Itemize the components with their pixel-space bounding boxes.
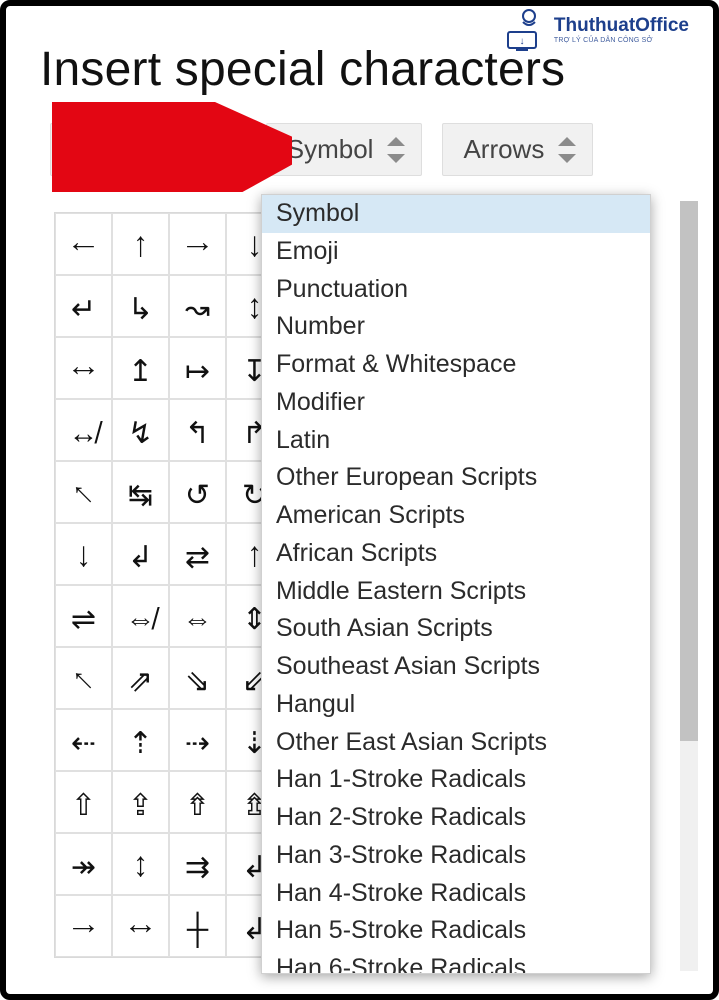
char-cell[interactable]: ↓	[55, 523, 112, 585]
char-cell[interactable]: ↔	[112, 895, 169, 957]
char-cell[interactable]: ⇠	[55, 709, 112, 771]
char-cell[interactable]: ↯	[112, 399, 169, 461]
symbol-dropdown[interactable]: Symbol	[266, 123, 423, 176]
char-cell[interactable]: →	[169, 213, 226, 275]
toolbar: Categories Symbol Arrows	[50, 123, 683, 176]
sort-icon	[211, 137, 229, 163]
char-cell[interactable]: ↔	[55, 337, 112, 399]
char-cell[interactable]: ⇔	[169, 585, 226, 647]
arrows-label: Arrows	[463, 134, 544, 165]
dropdown-item[interactable]: Other European Scripts	[262, 459, 650, 497]
char-cell[interactable]: ↝	[169, 275, 226, 337]
dropdown-item[interactable]: Middle Eastern Scripts	[262, 573, 650, 611]
char-cell[interactable]: ↕	[112, 833, 169, 895]
char-cell[interactable]: ↖	[55, 647, 112, 709]
dropdown-item[interactable]: Format & Whitespace	[262, 346, 650, 384]
char-cell[interactable]: ┼	[169, 895, 226, 957]
dropdown-item[interactable]: Han 5-Stroke Radicals	[262, 912, 650, 950]
char-cell[interactable]: ↰	[169, 399, 226, 461]
char-cell[interactable]: ↺	[169, 461, 226, 523]
char-cell[interactable]: ⇘	[169, 647, 226, 709]
dropdown-scrollbar[interactable]	[680, 201, 698, 971]
char-cell[interactable]: →	[55, 895, 112, 957]
scrollbar-thumb[interactable]	[680, 201, 698, 741]
char-cell[interactable]: ↮	[55, 399, 112, 461]
char-cell[interactable]: ↥	[112, 337, 169, 399]
dropdown-item[interactable]: Han 3-Stroke Radicals	[262, 837, 650, 875]
char-cell[interactable]: ↦	[169, 337, 226, 399]
char-cell[interactable]: ↑	[112, 213, 169, 275]
char-cell[interactable]: ⇪	[112, 771, 169, 833]
char-cell[interactable]: ⇧	[55, 771, 112, 833]
dropdown-item[interactable]: Modifier	[262, 384, 650, 422]
sort-icon	[558, 137, 576, 163]
page-title: Insert special characters	[40, 42, 683, 97]
char-cell[interactable]: ⇡	[112, 709, 169, 771]
sort-icon	[387, 137, 405, 163]
char-cell[interactable]: ⇢	[169, 709, 226, 771]
dropdown-item[interactable]: Southeast Asian Scripts	[262, 648, 650, 686]
char-cell[interactable]: ⇮	[169, 771, 226, 833]
char-cell[interactable]: ↠	[55, 833, 112, 895]
symbol-label: Symbol	[287, 134, 374, 165]
dropdown-item[interactable]: Latin	[262, 422, 650, 460]
char-cell[interactable]: ↹	[112, 461, 169, 523]
dropdown-item[interactable]: Han 1-Stroke Radicals	[262, 761, 650, 799]
arrows-dropdown[interactable]: Arrows	[442, 123, 593, 176]
char-cell[interactable]: ⇗	[112, 647, 169, 709]
char-cell[interactable]: ⇉	[169, 833, 226, 895]
dropdown-item[interactable]: Number	[262, 308, 650, 346]
categories-label: Categories	[71, 134, 197, 165]
char-cell[interactable]: ↖	[55, 461, 112, 523]
categories-dropdown[interactable]: Categories	[50, 123, 246, 176]
dropdown-item[interactable]: African Scripts	[262, 535, 650, 573]
dropdown-item[interactable]: Hangul	[262, 686, 650, 724]
dropdown-item[interactable]: Han 2-Stroke Radicals	[262, 799, 650, 837]
dropdown-item[interactable]: Han 6-Stroke Radicals	[262, 950, 650, 974]
char-cell[interactable]: ⇄	[169, 523, 226, 585]
char-cell[interactable]: ↵	[55, 275, 112, 337]
dropdown-item[interactable]: Punctuation	[262, 271, 650, 309]
dropdown-item[interactable]: Other East Asian Scripts	[262, 724, 650, 762]
char-cell[interactable]: ←	[55, 213, 112, 275]
dropdown-item[interactable]: South Asian Scripts	[262, 610, 650, 648]
char-cell[interactable]: ⇎	[112, 585, 169, 647]
symbol-dropdown-list[interactable]: SymbolEmojiPunctuationNumberFormat & Whi…	[261, 194, 651, 974]
dropdown-item[interactable]: American Scripts	[262, 497, 650, 535]
dropdown-item[interactable]: Symbol	[262, 195, 650, 233]
char-cell[interactable]: ↳	[112, 275, 169, 337]
dropdown-item[interactable]: Han 4-Stroke Radicals	[262, 875, 650, 913]
char-cell[interactable]: ↲	[112, 523, 169, 585]
char-cell[interactable]: ⇌	[55, 585, 112, 647]
dropdown-item[interactable]: Emoji	[262, 233, 650, 271]
